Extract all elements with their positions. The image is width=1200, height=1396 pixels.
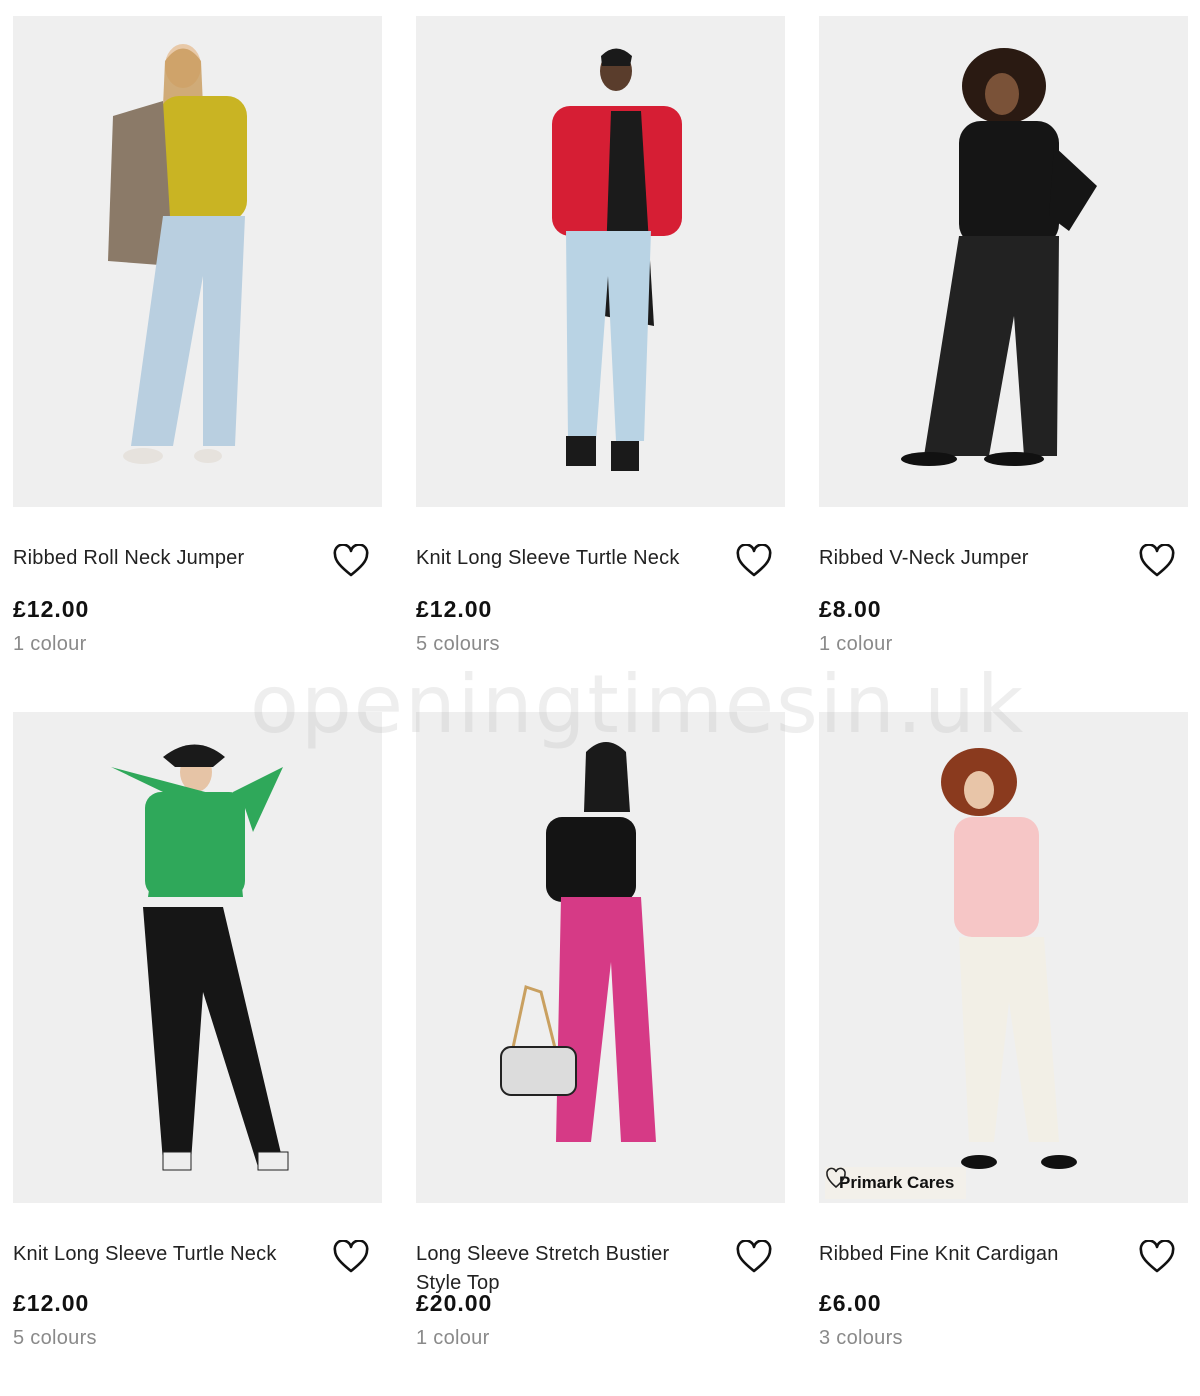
product-price: £6.00 [819, 1290, 882, 1316]
product-image[interactable] [416, 712, 785, 1203]
colour-count[interactable]: 1 colour [819, 633, 893, 656]
product-card[interactable]: Primark Cares Ribbed Fine Knit Cardigan … [819, 712, 1188, 1372]
product-image[interactable] [819, 16, 1188, 507]
product-title[interactable]: Ribbed Roll Neck Jumper [13, 544, 313, 573]
colour-count[interactable]: 3 colours [819, 1327, 903, 1350]
product-card[interactable]: Knit Long Sleeve Turtle Neck £12.00 5 co… [13, 712, 382, 1372]
product-price: £12.00 [13, 1290, 90, 1316]
product-title[interactable]: Ribbed Fine Knit Cardigan [819, 1240, 1119, 1269]
product-title[interactable]: Knit Long Sleeve Turtle Neck [13, 1240, 313, 1269]
primark-cares-badge: Primark Cares [825, 1167, 967, 1199]
heart-icon[interactable] [333, 1239, 369, 1274]
colour-count[interactable]: 1 colour [13, 633, 87, 656]
heart-icon[interactable] [1139, 543, 1175, 578]
product-grid: Ribbed Roll Neck Jumper £12.00 1 colour … [0, 0, 1200, 1396]
product-image[interactable]: Primark Cares [819, 712, 1188, 1203]
product-price: £20.00 [416, 1290, 493, 1316]
product-card[interactable]: Ribbed Roll Neck Jumper £12.00 1 colour [13, 16, 382, 676]
colour-count[interactable]: 1 colour [416, 1327, 490, 1350]
colour-count[interactable]: 5 colours [13, 1327, 97, 1350]
product-image[interactable] [13, 712, 382, 1203]
product-image[interactable] [416, 16, 785, 507]
product-card[interactable]: Long Sleeve Stretch Bustier Style Top £2… [416, 712, 785, 1372]
badge-label: Primark Cares [839, 1173, 955, 1192]
heart-icon[interactable] [333, 543, 369, 578]
heart-icon[interactable] [736, 543, 772, 578]
colour-count[interactable]: 5 colours [416, 633, 500, 656]
product-title[interactable]: Knit Long Sleeve Turtle Neck [416, 544, 716, 573]
heart-icon[interactable] [1139, 1239, 1175, 1274]
heart-icon[interactable] [736, 1239, 772, 1274]
product-price: £12.00 [416, 596, 493, 622]
product-price: £8.00 [819, 596, 882, 622]
product-price: £12.00 [13, 596, 90, 622]
product-image[interactable] [13, 16, 382, 507]
product-card[interactable]: Knit Long Sleeve Turtle Neck £12.00 5 co… [416, 16, 785, 676]
product-card[interactable]: Ribbed V-Neck Jumper £8.00 1 colour [819, 16, 1188, 676]
product-title[interactable]: Ribbed V-Neck Jumper [819, 544, 1119, 573]
